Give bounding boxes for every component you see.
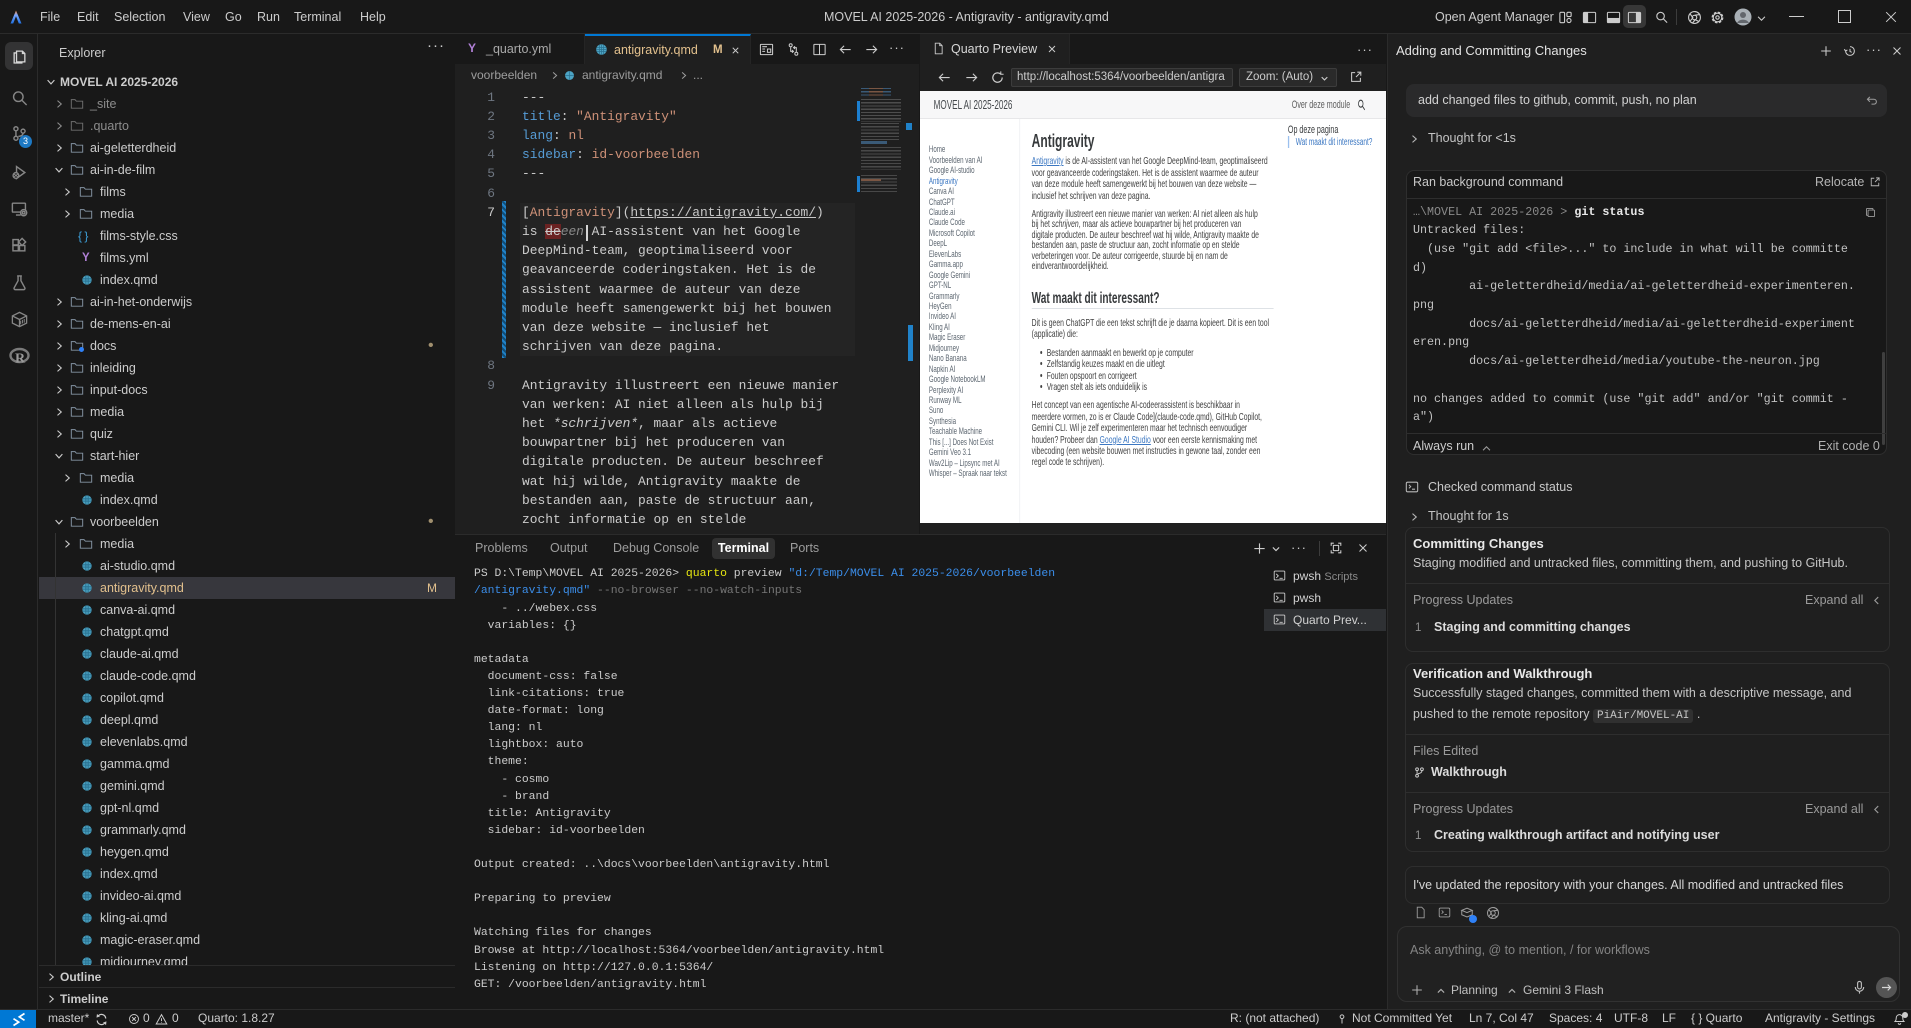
svg-text:R: R	[15, 352, 26, 367]
